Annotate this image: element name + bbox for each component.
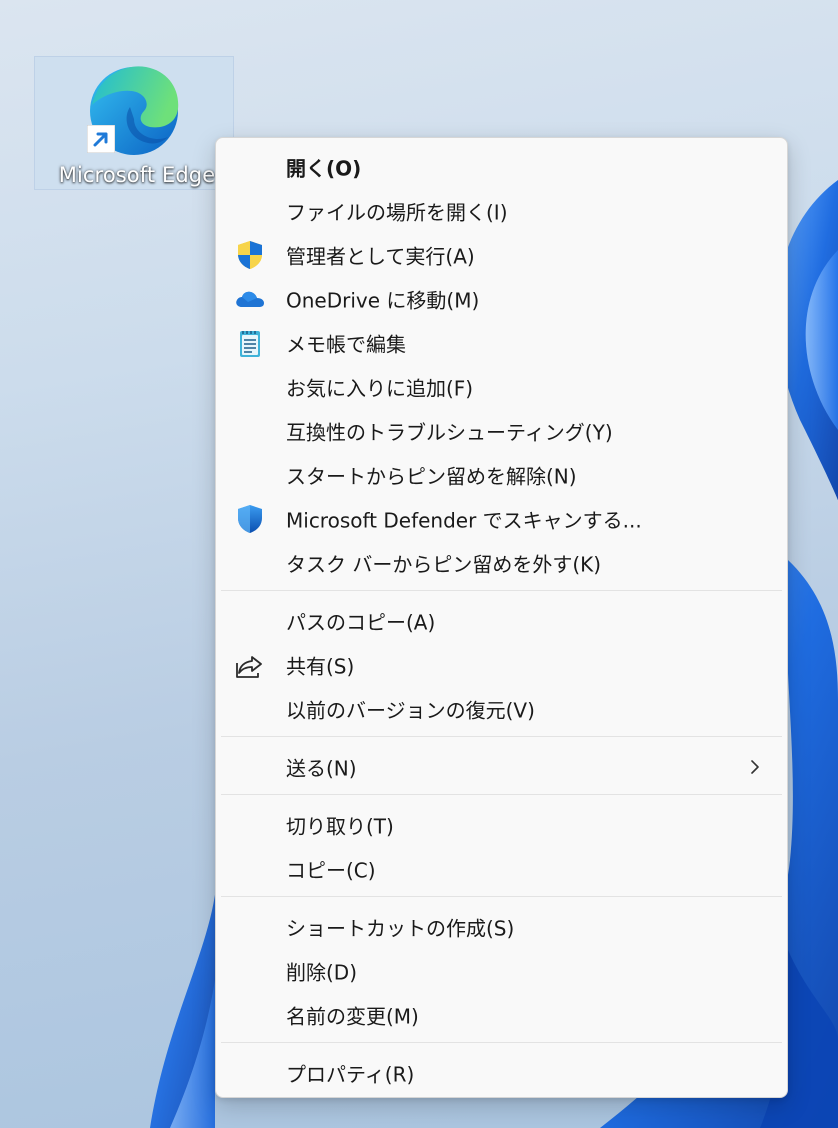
- onedrive-cloud-icon: [236, 291, 264, 307]
- menu-item-run-as-administrator[interactable]: 管理者として実行(A): [220, 233, 783, 277]
- desktop-shortcut-microsoft-edge[interactable]: Microsoft Edge: [34, 56, 234, 190]
- menu-item-label: プロパティ(R): [286, 1062, 415, 1087]
- menu-item-cut[interactable]: 切り取り(T): [220, 803, 783, 847]
- menu-item-send-to[interactable]: 送る(N): [220, 745, 783, 789]
- defender-shield-icon: [238, 505, 262, 533]
- menu-item-label: 開く(O): [286, 156, 362, 181]
- menu-item-label: OneDrive に移動(M): [286, 288, 480, 313]
- menu-item-label: 管理者として実行(A): [286, 244, 475, 269]
- menu-item-label: メモ帳で編集: [286, 332, 406, 357]
- menu-item-add-to-favorites[interactable]: お気に入りに追加(F): [220, 365, 783, 409]
- menu-item-label: 削除(D): [286, 960, 358, 985]
- menu-item-label: Microsoft Defender でスキャンする...: [286, 508, 642, 533]
- menu-item-troubleshoot-compatibility[interactable]: 互換性のトラブルシューティング(Y): [220, 409, 783, 453]
- menu-item-share[interactable]: 共有(S): [220, 643, 783, 687]
- menu-separator: [221, 794, 782, 795]
- menu-separator: [221, 736, 782, 737]
- menu-item-create-shortcut[interactable]: ショートカットの作成(S): [220, 905, 783, 949]
- menu-item-restore-previous-versions[interactable]: 以前のバージョンの復元(V): [220, 687, 783, 731]
- notepad-icon: [240, 331, 260, 357]
- menu-item-label: パスのコピー(A): [286, 610, 436, 635]
- menu-item-unpin-from-taskbar[interactable]: タスク バーからピン留めを外す(K): [220, 541, 783, 585]
- menu-item-label: ファイルの場所を開く(I): [286, 200, 508, 225]
- menu-item-label: コピー(C): [286, 858, 376, 883]
- uac-shield-icon: [238, 241, 262, 269]
- menu-item-properties[interactable]: プロパティ(R): [220, 1051, 783, 1095]
- menu-separator: [221, 896, 782, 897]
- menu-item-label: 共有(S): [286, 654, 355, 679]
- menu-item-scan-with-defender[interactable]: Microsoft Defender でスキャンする...: [220, 497, 783, 541]
- menu-item-open[interactable]: 開く(O): [220, 145, 783, 189]
- desktop-icon-label: Microsoft Edge: [58, 163, 216, 187]
- menu-item-label: 互換性のトラブルシューティング(Y): [286, 420, 613, 445]
- menu-item-delete[interactable]: 削除(D): [220, 949, 783, 993]
- menu-item-label: 以前のバージョンの復元(V): [286, 698, 535, 723]
- share-icon: [236, 656, 262, 678]
- menu-item-label: 送る(N): [286, 756, 357, 781]
- menu-item-edit-in-notepad[interactable]: メモ帳で編集: [220, 321, 783, 365]
- shortcut-arrow-icon: [87, 125, 115, 153]
- menu-separator: [221, 1042, 782, 1043]
- menu-item-label: お気に入りに追加(F): [286, 376, 474, 401]
- menu-item-label: ショートカットの作成(S): [286, 916, 515, 941]
- context-menu: 開く(O) ファイルの場所を開く(I) 管理者として実行(A) OneDrive…: [215, 137, 788, 1098]
- menu-separator: [221, 590, 782, 591]
- menu-item-label: 名前の変更(M): [286, 1004, 419, 1029]
- menu-item-open-file-location[interactable]: ファイルの場所を開く(I): [220, 189, 783, 233]
- menu-item-label: タスク バーからピン留めを外す(K): [286, 552, 602, 577]
- menu-item-label: スタートからピン留めを解除(N): [286, 464, 577, 489]
- menu-item-unpin-from-start[interactable]: スタートからピン留めを解除(N): [220, 453, 783, 497]
- menu-item-copy-path[interactable]: パスのコピー(A): [220, 599, 783, 643]
- menu-item-label: 切り取り(T): [286, 814, 394, 839]
- menu-item-rename[interactable]: 名前の変更(M): [220, 993, 783, 1037]
- chevron-right-icon: [751, 760, 759, 774]
- menu-item-copy[interactable]: コピー(C): [220, 847, 783, 891]
- menu-item-move-to-onedrive[interactable]: OneDrive に移動(M): [220, 277, 783, 321]
